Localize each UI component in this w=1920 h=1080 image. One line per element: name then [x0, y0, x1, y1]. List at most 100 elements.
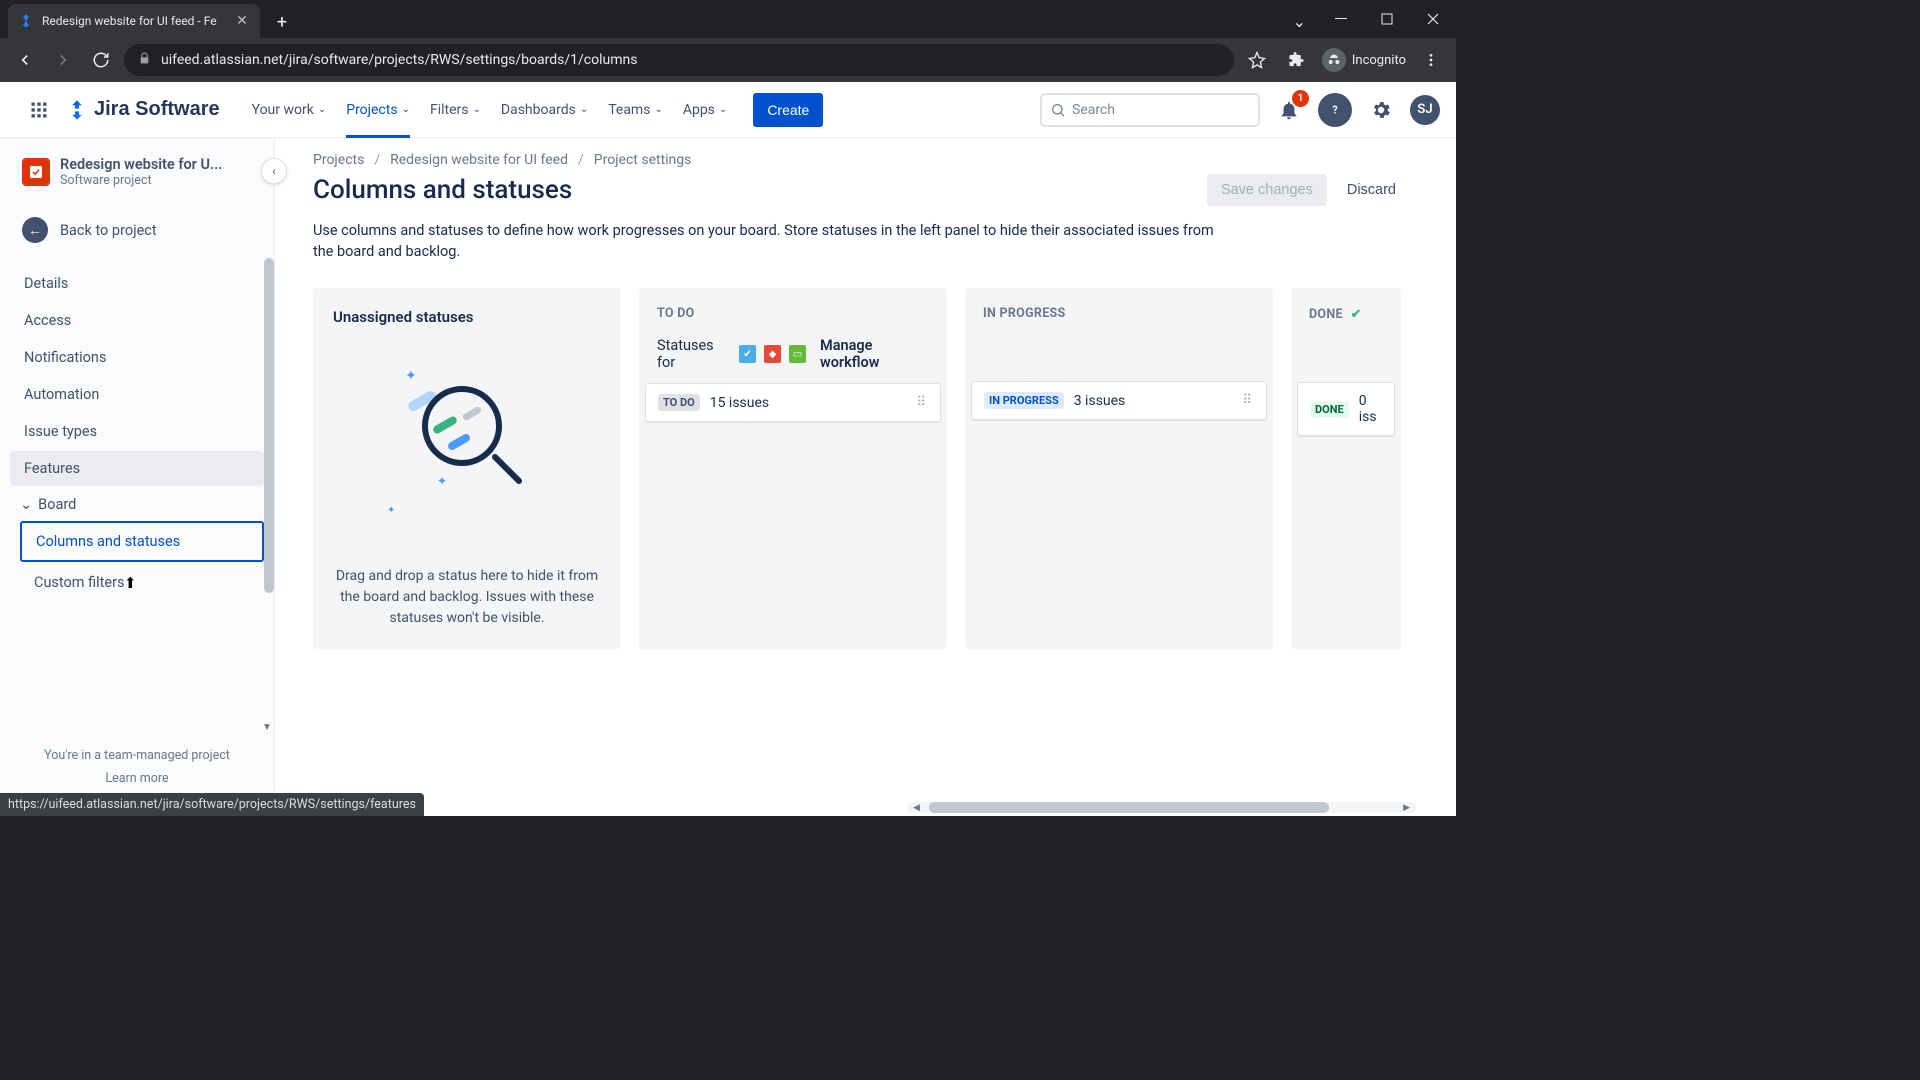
link-preview-tooltip: https://uifeed.atlassian.net/jira/softwa… — [0, 793, 424, 816]
nav-item-your-work[interactable]: Your work⌄ — [242, 82, 337, 138]
sidebar: ‹ Redesign website for U... Software pro… — [0, 138, 275, 816]
project-title: Redesign website for U... — [60, 156, 222, 173]
project-avatar-icon — [22, 158, 50, 186]
chevron-down-icon: ⌄ — [402, 104, 410, 115]
nav-menu: Your work⌄Projects⌄Filters⌄Dashboards⌄Te… — [242, 82, 738, 138]
tab-close-icon[interactable]: ✕ — [234, 13, 250, 29]
scrollbar-thumb[interactable] — [929, 802, 1329, 813]
manage-workflow-link[interactable]: Manage workflow — [820, 337, 929, 371]
jira-logo[interactable]: Jira Software — [66, 98, 220, 121]
back-to-project-link[interactable]: ← Back to project — [0, 202, 274, 257]
incognito-indicator[interactable]: Incognito — [1322, 48, 1406, 72]
sidebar-item-notifications[interactable]: Notifications — [10, 340, 264, 375]
page-description: Use columns and statuses to define how w… — [313, 220, 1233, 262]
board-column[interactable]: IN PROGRESS IN PROGRESS 3 issues ⠿ — [965, 288, 1273, 649]
status-lozenge: IN PROGRESS — [984, 392, 1064, 409]
chevron-down-icon: ⌄ — [654, 104, 662, 115]
window-maximize-icon[interactable] — [1364, 0, 1410, 38]
statuses-for-row: Statuses for✔◆▭Manage workflow — [639, 337, 947, 383]
bookmark-star-icon[interactable] — [1242, 45, 1272, 75]
issue-type-task-icon: ✔ — [739, 345, 756, 363]
project-subtitle: Software project — [60, 173, 222, 188]
discard-button[interactable]: Discard — [1337, 174, 1406, 206]
chevron-down-icon: ⌄ — [20, 496, 32, 513]
chevron-down-icon: ⌄ — [318, 104, 326, 115]
empty-state-illustration: ✦✦✦ — [387, 366, 547, 516]
incognito-icon — [1322, 48, 1346, 72]
scroll-down-icon[interactable]: ▼ — [262, 722, 274, 733]
incognito-label: Incognito — [1352, 53, 1406, 68]
jira-logo-text: Jira Software — [94, 98, 220, 121]
status-lozenge: DONE — [1310, 401, 1349, 418]
browser-menu-icon[interactable] — [1416, 45, 1446, 75]
sidebar-board-label: Board — [38, 496, 76, 513]
search-input[interactable]: Search — [1040, 93, 1260, 127]
new-tab-button[interactable]: + — [268, 8, 296, 36]
column-header[interactable]: IN PROGRESS — [965, 288, 1273, 337]
user-avatar[interactable]: SJ — [1410, 95, 1440, 125]
breadcrumb-item[interactable]: Redesign website for UI feed — [390, 152, 568, 168]
breadcrumb-item: Project settings — [594, 152, 692, 168]
notifications-icon[interactable]: 1 — [1272, 93, 1306, 127]
browser-omnibox[interactable]: uifeed.atlassian.net/jira/software/proje… — [124, 44, 1234, 76]
browser-back-icon[interactable] — [10, 45, 40, 75]
chevron-down-icon: ⌄ — [719, 104, 727, 115]
issue-count: 3 issues — [1074, 393, 1233, 409]
unassigned-title: Unassigned statuses — [333, 308, 601, 326]
browser-forward-icon — [48, 45, 78, 75]
breadcrumb-item[interactable]: Projects — [313, 152, 364, 168]
sidebar-item-automation[interactable]: Automation — [10, 377, 264, 412]
nav-item-teams[interactable]: Teams⌄ — [598, 82, 673, 138]
extensions-icon[interactable] — [1282, 45, 1312, 75]
window-close-icon[interactable] — [1410, 0, 1456, 38]
chevron-down-icon: ⌄ — [473, 104, 481, 115]
browser-reload-icon[interactable] — [86, 45, 116, 75]
tab-title: Redesign website for UI feed - Fe — [42, 14, 226, 28]
sidebar-item-access[interactable]: Access — [10, 303, 264, 338]
sidebar-item-issue-types[interactable]: Issue types — [10, 414, 264, 449]
nav-item-apps[interactable]: Apps⌄ — [673, 82, 737, 138]
notification-badge: 1 — [1292, 90, 1309, 107]
back-arrow-icon: ← — [22, 217, 48, 243]
browser-address-bar: uifeed.atlassian.net/jira/software/proje… — [0, 38, 1456, 82]
sidebar-section-board[interactable]: ⌄ Board — [10, 488, 264, 521]
tab-list-chevron-icon[interactable]: ⌄ — [1293, 12, 1306, 31]
scroll-right-icon[interactable]: ▶ — [1403, 803, 1410, 813]
column-header[interactable]: DONE✔ — [1291, 288, 1401, 338]
help-icon[interactable]: ? — [1318, 93, 1352, 127]
board-column[interactable]: TO DOStatuses for✔◆▭Manage workflowTO DO… — [639, 288, 947, 649]
back-label: Back to project — [60, 222, 157, 239]
jira-logo-icon — [66, 99, 88, 121]
unassigned-statuses-panel[interactable]: Unassigned statuses ✦✦✦ Drag and drop a … — [313, 288, 621, 649]
horizontal-scrollbar[interactable]: ◀ ▶ — [907, 802, 1416, 813]
scroll-up-icon[interactable]: ▲ — [262, 262, 274, 273]
column-header[interactable]: TO DO — [639, 288, 947, 337]
project-header[interactable]: Redesign website for U... Software proje… — [0, 156, 274, 202]
issue-count: 15 issues — [710, 395, 907, 411]
save-changes-button[interactable]: Save changes — [1207, 174, 1327, 206]
status-card[interactable]: TO DO 15 issues ⠿ — [645, 383, 941, 422]
status-card[interactable]: DONE0 iss — [1297, 382, 1395, 436]
sidebar-item-columns-statuses[interactable]: Columns and statuses — [20, 521, 264, 562]
status-lozenge: TO DO — [658, 394, 700, 411]
browser-url: uifeed.atlassian.net/jira/software/proje… — [161, 52, 637, 68]
create-button[interactable]: Create — [753, 93, 823, 127]
nav-item-projects[interactable]: Projects⌄ — [336, 82, 420, 138]
sidebar-item-custom-filters[interactable]: Custom filters — [20, 564, 264, 601]
board-column[interactable]: DONE✔ DONE0 iss — [1291, 288, 1401, 649]
browser-tab[interactable]: Redesign website for UI feed - Fe ✕ — [8, 4, 260, 38]
app-switcher-icon[interactable] — [22, 93, 56, 127]
window-minimize-icon[interactable] — [1318, 0, 1364, 38]
sidebar-learn-more-link[interactable]: Learn more — [16, 771, 258, 786]
board-columns-area: Unassigned statuses ✦✦✦ Drag and drop a … — [313, 288, 1456, 649]
scroll-left-icon[interactable]: ◀ — [913, 803, 920, 813]
nav-item-dashboards[interactable]: Dashboards⌄ — [491, 82, 598, 138]
sidebar-item-features[interactable]: Features — [10, 451, 264, 486]
sidebar-collapse-button[interactable]: ‹ — [261, 158, 287, 184]
drag-handle-icon[interactable]: ⠿ — [1242, 393, 1254, 408]
settings-gear-icon[interactable] — [1364, 93, 1398, 127]
sidebar-item-details[interactable]: Details — [10, 266, 264, 301]
nav-item-filters[interactable]: Filters⌄ — [420, 82, 491, 138]
drag-handle-icon[interactable]: ⠿ — [916, 395, 928, 410]
status-card[interactable]: IN PROGRESS 3 issues ⠿ — [971, 381, 1267, 420]
